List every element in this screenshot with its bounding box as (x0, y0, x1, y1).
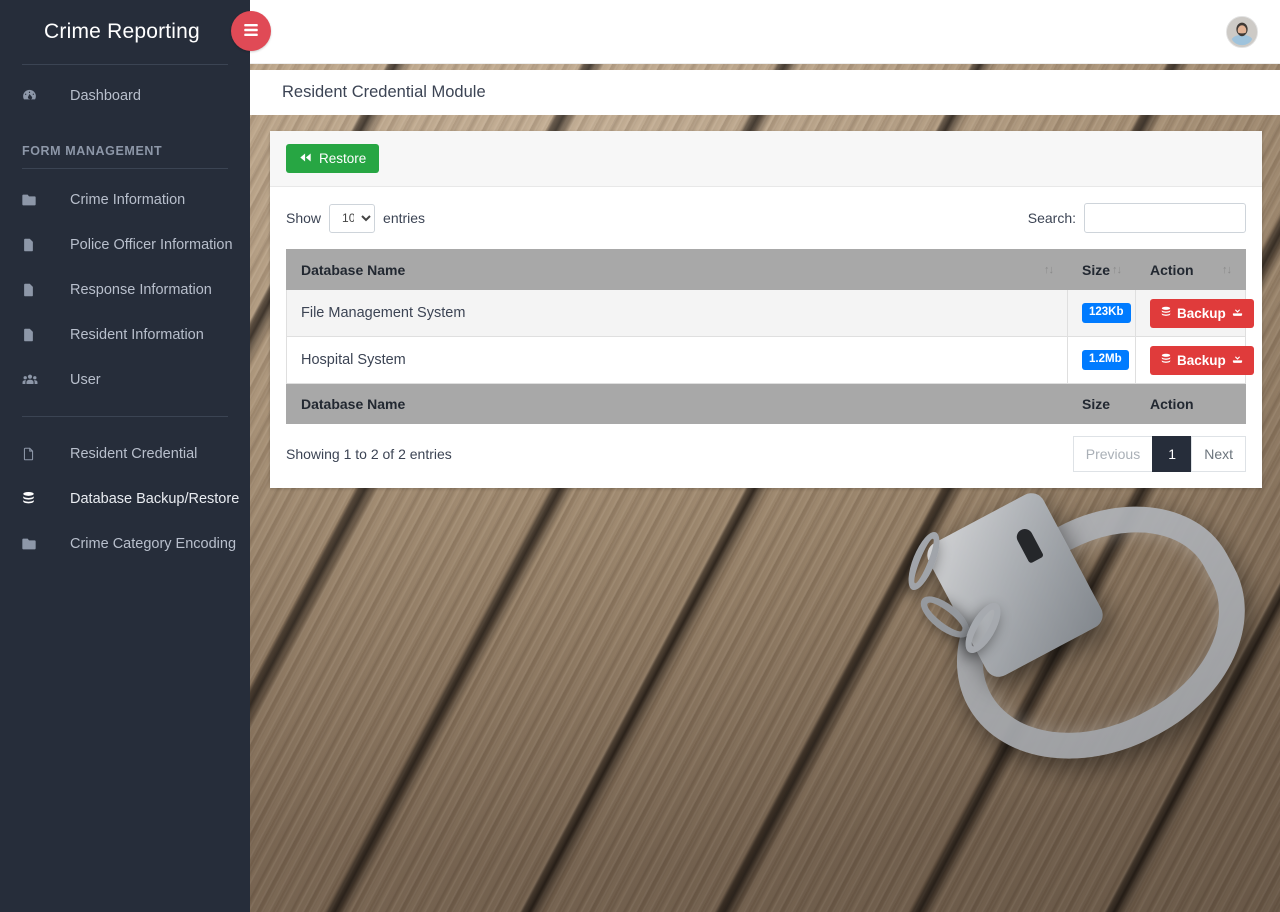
sidebar-item-response-information[interactable]: Response Information (0, 267, 250, 312)
page-title: Resident Credential Module (250, 83, 486, 102)
cell-database-name: File Management System (287, 290, 1068, 337)
page-title-bar: Resident Credential Module (250, 70, 1280, 115)
sidebar-item-label: User (51, 372, 101, 388)
search-input[interactable] (1084, 203, 1246, 233)
backup-button[interactable]: Backup (1150, 346, 1254, 375)
footer-column-action: Action (1136, 384, 1246, 424)
cell-size: 123Kb (1068, 290, 1136, 337)
column-header-database-name[interactable]: Database Name ↑↓ (287, 250, 1068, 290)
sidebar-item-user[interactable]: User (0, 357, 250, 402)
sidebar-item-resident-information[interactable]: Resident Information (0, 312, 250, 357)
restore-button[interactable]: Restore (286, 144, 379, 173)
sort-updown-icon: ↑↓ (1112, 264, 1121, 276)
sidebar-item-label: Database Backup/Restore (51, 491, 239, 507)
restore-button-label: Restore (319, 151, 366, 166)
search-control: Search: (1028, 203, 1246, 233)
sidebar-item-label: Crime Information (51, 192, 185, 208)
sidebar-item-label: Dashboard (51, 88, 141, 104)
backup-button[interactable]: Backup (1150, 299, 1254, 328)
pagination-page-1[interactable]: 1 (1152, 436, 1192, 472)
sidebar-item-dashboard[interactable]: Dashboard (0, 73, 250, 118)
app-root: Crime Reporting Dashboard FORM MANAGEMEN… (0, 0, 1280, 912)
table-body: File Management System 123Kb (287, 290, 1246, 384)
backup-button-label: Backup (1177, 306, 1226, 321)
database-icon (1160, 352, 1172, 369)
sidebar-item-label: Response Information (51, 282, 212, 298)
database-backup-card: Restore Show 102550100 entries Search: (270, 131, 1262, 488)
column-header-action[interactable]: Action ↑↓ (1136, 250, 1246, 290)
status-badge: 123Kb (1082, 303, 1131, 323)
brand-title: Crime Reporting (0, 0, 250, 64)
entries-label: entries (383, 210, 425, 226)
cell-database-name: Hospital System (287, 337, 1068, 384)
sidebar-item-database-backup-restore[interactable]: Database Backup/Restore (0, 476, 250, 521)
column-label: Size (1082, 262, 1110, 278)
backup-button-label: Backup (1177, 353, 1226, 368)
folder-icon (21, 192, 51, 208)
sidebar-item-resident-credential[interactable]: Resident Credential (0, 431, 250, 476)
table-footer-row: Database Name Size Action (287, 384, 1246, 424)
sidebar-item-crime-information[interactable]: Crime Information (0, 177, 250, 222)
cell-size: 1.2Mb (1068, 337, 1136, 384)
status-badge: 1.2Mb (1082, 350, 1129, 370)
cell-action: Backup (1136, 290, 1246, 337)
sidebar-item-label: Resident Information (51, 327, 204, 343)
column-label: Database Name (301, 262, 405, 278)
card-body: Show 102550100 entries Search: (270, 187, 1262, 488)
sidebar-item-crime-category-encoding[interactable]: Crime Category Encoding (0, 521, 250, 566)
table-info: Showing 1 to 2 of 2 entries (286, 446, 452, 462)
sort-updown-icon: ↑↓ (1222, 264, 1231, 276)
column-header-size[interactable]: Size ↑↓ (1068, 250, 1136, 290)
cell-action: Backup (1136, 337, 1246, 384)
sidebar-section-heading: FORM MANAGEMENT (0, 134, 250, 168)
avatar[interactable] (1226, 16, 1258, 48)
file-icon (21, 327, 51, 343)
pagination: Previous 1 Next (1074, 436, 1246, 472)
table-row: Hospital System 1.2Mb (287, 337, 1246, 384)
length-control: Show 102550100 entries (286, 204, 425, 233)
sidebar-item-label: Crime Category Encoding (51, 536, 236, 552)
sort-updown-icon: ↑↓ (1044, 264, 1053, 276)
users-icon (21, 372, 51, 388)
folder-icon (21, 536, 51, 552)
pagination-next[interactable]: Next (1191, 436, 1246, 472)
search-label: Search: (1028, 210, 1076, 226)
card-header: Restore (270, 131, 1262, 187)
download-icon (1231, 305, 1244, 321)
sidebar: Crime Reporting Dashboard FORM MANAGEMEN… (0, 0, 250, 912)
pagination-previous[interactable]: Previous (1073, 436, 1153, 472)
file-icon (21, 237, 51, 253)
datatable-footer: Showing 1 to 2 of 2 entries Previous 1 N… (286, 424, 1246, 478)
table-foot: Database Name Size Action (287, 384, 1246, 424)
download-icon (1231, 352, 1244, 368)
main-content: Resident Credential Module Restore Sho (250, 0, 1280, 912)
menu-toggle-button[interactable] (231, 11, 271, 51)
show-label: Show (286, 210, 321, 226)
database-icon (21, 490, 51, 507)
database-table: Database Name ↑↓ Size ↑↓ (286, 249, 1246, 424)
table-header-row: Database Name ↑↓ Size ↑↓ (287, 250, 1246, 290)
sidebar-item-label: Resident Credential (51, 446, 197, 462)
table-head: Database Name ↑↓ Size ↑↓ (287, 250, 1246, 290)
footer-column-database-name: Database Name (287, 384, 1068, 424)
table-row: File Management System 123Kb (287, 290, 1246, 337)
database-icon (1160, 305, 1172, 322)
file-icon (21, 282, 51, 298)
topbar (250, 0, 1280, 64)
column-label: Action (1150, 262, 1194, 278)
dashboard-icon (21, 87, 51, 104)
page-length-select[interactable]: 102550100 (329, 204, 375, 233)
fast-backward-icon (299, 151, 312, 166)
file-outline-icon (21, 446, 51, 462)
footer-column-size: Size (1068, 384, 1136, 424)
sidebar-item-label: Police Officer Information (51, 237, 233, 253)
sidebar-item-police-officer-information[interactable]: Police Officer Information (0, 222, 250, 267)
datatable-controls: Show 102550100 entries Search: (286, 203, 1246, 233)
menu-list-icon (242, 21, 260, 42)
